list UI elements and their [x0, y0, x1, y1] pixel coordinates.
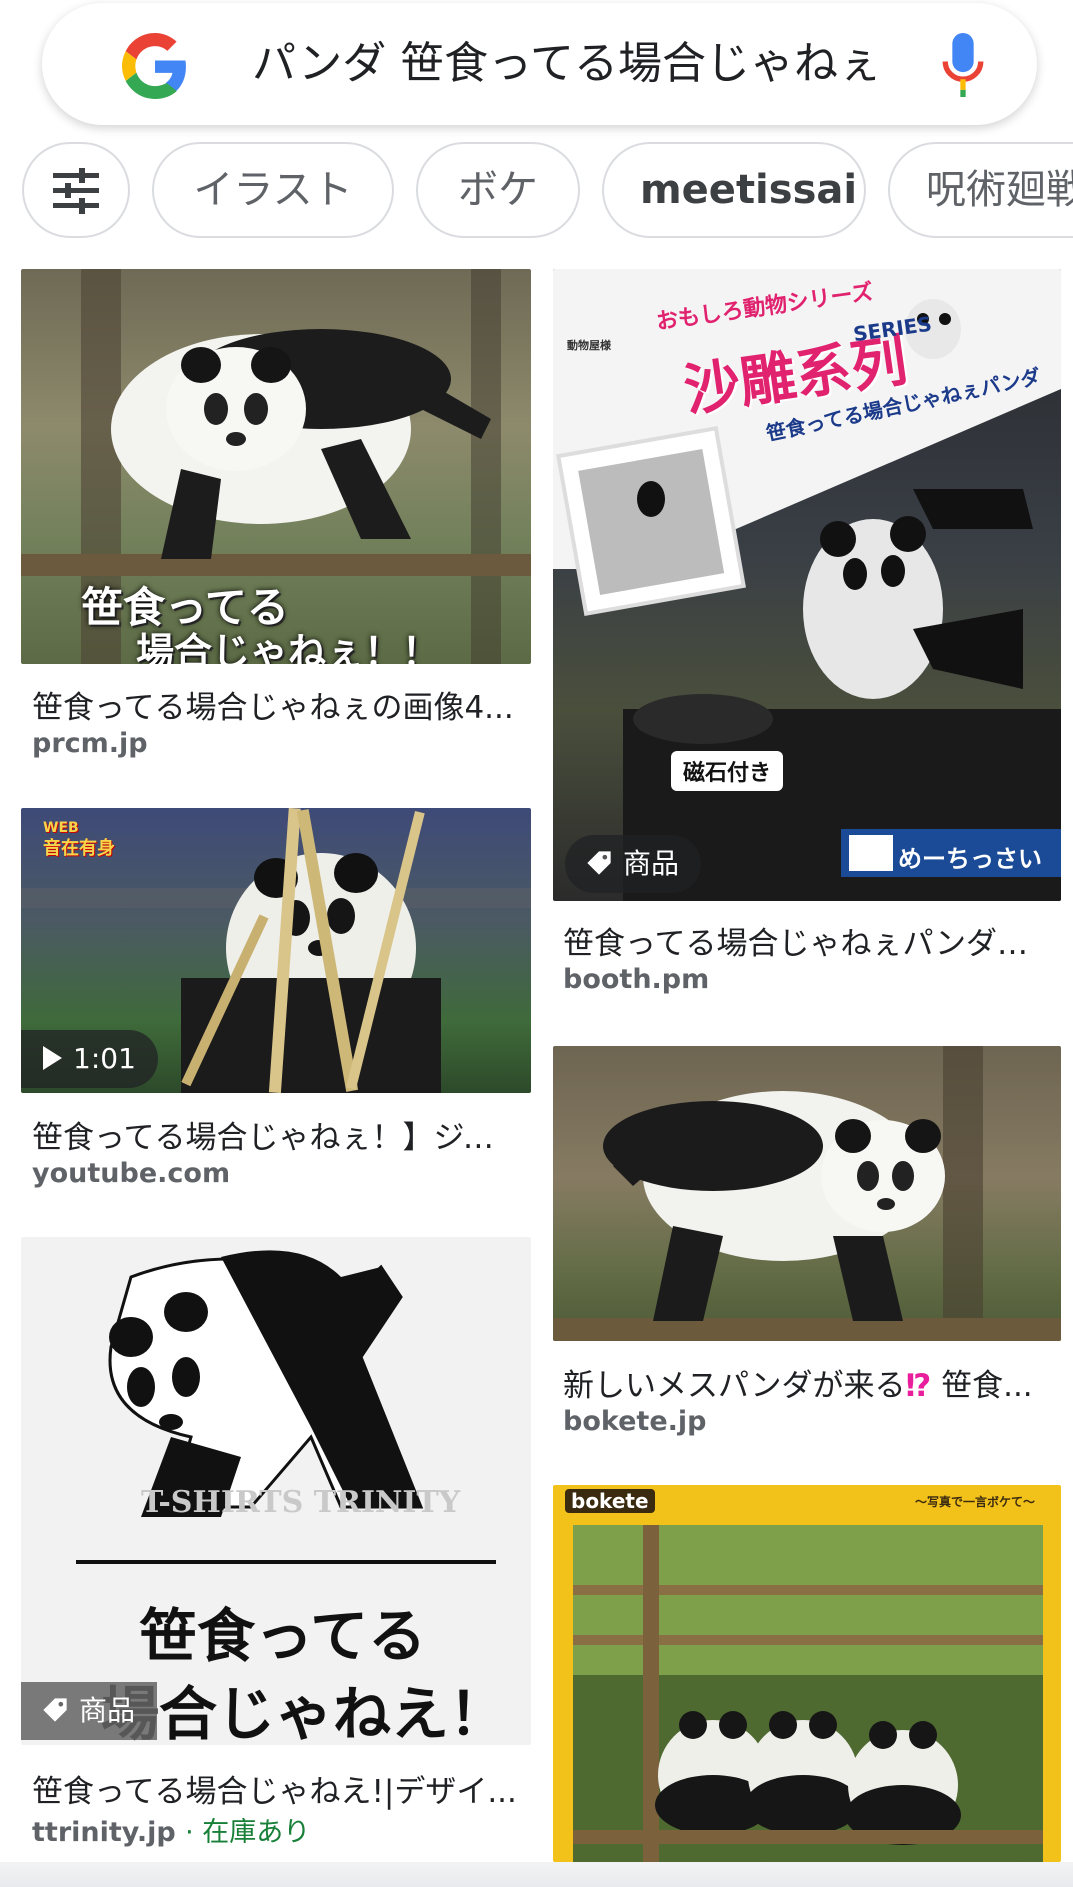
result-source: prcm.jp — [32, 728, 148, 759]
product-badge: 商品 — [21, 1682, 158, 1740]
filter-chips: イラスト ボケ meetissai 呪術廻戦 — [0, 140, 1073, 242]
result-source: booth.pm — [563, 964, 710, 995]
bottom-edge — [0, 1862, 1073, 1887]
shop-logo-text: めーちっさい — [898, 845, 1042, 873]
result-title[interactable]: 笹食ってる場合じゃねぇの画像4... — [32, 682, 517, 727]
result-thumbnail[interactable]: 笹食ってる 場合じゃねぇ！！ — [21, 269, 531, 664]
title-text: 笹食... — [931, 1368, 1033, 1404]
stock-status: · 在庫あり — [185, 1817, 311, 1848]
video-duration-badge: 1:01 — [21, 1030, 158, 1088]
design-text-line-2: 場合じゃねえ！ — [101, 1680, 508, 1745]
result-source: bokete.jp — [563, 1406, 707, 1437]
tune-icon — [53, 168, 99, 214]
chip-jujutsu[interactable]: 呪術廻戦 — [888, 142, 1073, 238]
result-title[interactable]: 新しいメスパンダが来る⁉ 笹食... — [563, 1360, 1053, 1405]
result-title[interactable]: 笹食ってる場合じゃねぇパンダ（... — [563, 918, 1053, 963]
panda-photo — [573, 1525, 1043, 1862]
overlay-line-2: 場合じゃねぇ！！ — [136, 630, 441, 664]
result-source: youtube.com — [32, 1158, 231, 1189]
result-thumbnail[interactable]: おもしろ動物シリーズ 沙雕系列 SERIES 笹食ってる場合じゃねぇパンダ 磁石… — [553, 269, 1061, 901]
filter-button[interactable] — [22, 142, 130, 238]
chip-boke[interactable]: ボケ — [416, 142, 580, 238]
design-text-line-1: 笹食ってる — [139, 1602, 427, 1670]
title-text: 新しいメスパンダが来る — [563, 1368, 906, 1404]
channel-logo-text: 音在有身 — [43, 838, 115, 859]
chip-illustration[interactable]: イラスト — [152, 142, 394, 238]
result-source: ttrinity.jp · 在庫あり — [32, 1810, 310, 1849]
panda-photo — [553, 1046, 1061, 1341]
play-icon — [43, 1046, 62, 1070]
search-header: パンダ 笹食ってる場合じゃねぇ — [0, 0, 1073, 150]
duration-text: 1:01 — [73, 1042, 136, 1075]
magnet-label: 磁石付き — [671, 751, 784, 791]
result-title[interactable]: 笹食ってる場合じゃねぇ！】ジャ... — [32, 1112, 522, 1157]
result-thumbnail[interactable]: T-SHIRTS TRINITY 笹食ってる 場合じゃねえ！ 商品 — [21, 1237, 531, 1745]
bokete-tagline: 〜写真で一言ボケて〜 — [915, 1495, 1036, 1509]
tag-icon — [43, 1698, 67, 1722]
product-badge: 商品 — [565, 835, 702, 893]
badge-text: 商品 — [79, 1694, 136, 1727]
result-thumbnail[interactable] — [553, 1046, 1061, 1341]
result-thumbnail[interactable]: WEB 音在有身 1:01 — [21, 808, 531, 1093]
brand-label: 動物屋様 — [567, 339, 611, 352]
watermark-text: T-SHIRTS TRINITY — [141, 1485, 461, 1520]
tag-icon — [587, 851, 611, 875]
result-title[interactable]: 笹食ってる場合じゃねえ!|デザイ... — [32, 1766, 522, 1811]
source-domain: ttrinity.jp — [32, 1817, 176, 1848]
search-bar[interactable]: パンダ 笹食ってる場合じゃねぇ — [42, 3, 1037, 125]
interrobang-emoji: ⁉ — [905, 1368, 932, 1404]
microphone-icon[interactable] — [941, 33, 985, 97]
search-input[interactable]: パンダ 笹食ってる場合じゃねぇ — [252, 3, 882, 125]
badge-text: 商品 — [623, 847, 680, 880]
result-thumbnail[interactable]: bokete 〜写真で一言ボケて〜 — [553, 1485, 1061, 1862]
bokete-logo: bokete — [565, 1489, 655, 1513]
google-g-icon[interactable] — [122, 33, 188, 99]
chip-meetissai[interactable]: meetissai — [602, 142, 866, 238]
